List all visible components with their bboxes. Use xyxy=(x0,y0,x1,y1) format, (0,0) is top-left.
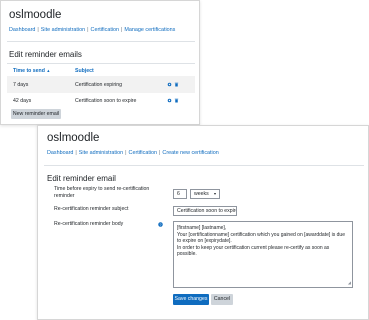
row-time: 7 days xyxy=(13,82,29,88)
divider xyxy=(44,165,364,166)
row-time: 42 days xyxy=(13,98,32,104)
time-value-input[interactable]: 6 xyxy=(173,189,187,199)
svg-text:?: ? xyxy=(160,223,162,227)
column-header-subject: Subject xyxy=(75,68,94,74)
breadcrumb-dashboard[interactable]: Dashboard xyxy=(47,150,73,156)
reminder-body-label: Re-certification reminder body xyxy=(54,221,124,227)
gear-icon[interactable] xyxy=(167,98,172,103)
reminder-body-textarea[interactable]: [firstname] [lastname], Your [certificat… xyxy=(173,221,353,288)
trash-icon[interactable] xyxy=(174,98,179,103)
breadcrumb-certification[interactable]: Certification xyxy=(129,150,157,156)
divider xyxy=(7,41,195,42)
column-header-time-to-send[interactable]: Time to send ▲ xyxy=(13,68,50,74)
gear-icon[interactable] xyxy=(167,82,172,87)
breadcrumb-manage-certifications[interactable]: Manage certifications xyxy=(124,27,175,33)
breadcrumb-site-administration[interactable]: Site administration xyxy=(41,27,85,33)
time-before-expiry-label: Time before expiry to send re-certificat… xyxy=(54,186,150,199)
help-icon[interactable]: ? xyxy=(158,222,163,227)
breadcrumb: Dashboard | Site administration | Certificat… xyxy=(9,27,176,33)
resize-handle-icon[interactable]: ◢ xyxy=(348,280,351,287)
body-line: In order to keep your certification curr… xyxy=(177,244,330,258)
site-name[interactable]: oslmoodle xyxy=(47,132,99,144)
breadcrumb-site-administration[interactable]: Site administration xyxy=(79,150,123,156)
site-name[interactable]: oslmoodle xyxy=(9,9,61,21)
time-unit-select[interactable]: weeks ▾ xyxy=(190,189,220,199)
reminder-list-window: oslmoodle Dashboard | Site administration |… xyxy=(0,0,200,125)
chevron-down-icon: ▾ xyxy=(213,191,216,196)
breadcrumb-create-new-certification[interactable]: Create new certification xyxy=(162,150,218,156)
sort-ascending-icon: ▲ xyxy=(46,68,51,73)
form-heading: Edit reminder email xyxy=(47,174,116,183)
new-reminder-email-button[interactable]: New reminder email xyxy=(11,109,61,119)
body-line: Your [certificationname] certification w… xyxy=(177,231,345,245)
body-line: [firstname] [lastname], xyxy=(177,225,227,231)
trash-icon[interactable] xyxy=(174,82,179,87)
save-changes-button[interactable]: Save changes xyxy=(173,294,209,305)
reminder-subject-label: Re-certification reminder subject xyxy=(54,206,129,212)
row-subject: Certification soon to expire xyxy=(75,98,137,104)
section-heading: Edit reminder emails xyxy=(9,50,82,59)
breadcrumb-certification[interactable]: Certification xyxy=(91,27,119,33)
divider xyxy=(7,63,195,64)
breadcrumb: Dashboard | Site administration | Certificat… xyxy=(47,150,219,156)
edit-reminder-window: oslmoodle Dashboard | Site administration |… xyxy=(37,125,369,320)
row-subject: Certification expiring xyxy=(75,82,122,88)
cancel-button[interactable]: Cancel xyxy=(211,294,233,305)
reminder-subject-input[interactable]: Certification soon to expire xyxy=(173,206,237,216)
breadcrumb-dashboard[interactable]: Dashboard xyxy=(9,27,35,33)
table-row: 7 days Certification expiring xyxy=(7,76,195,93)
table-row: 42 days Certification soon to expire xyxy=(7,93,195,107)
